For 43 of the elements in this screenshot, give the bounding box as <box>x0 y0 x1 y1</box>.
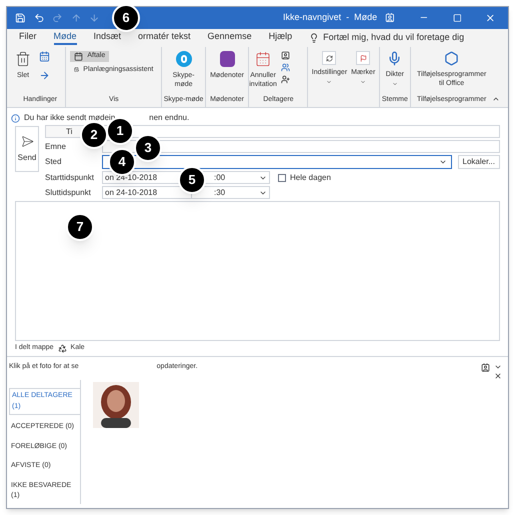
ribbon-tab[interactable]: Indsæt <box>94 30 122 46</box>
field-label: Starttidspunkt <box>45 172 95 184</box>
address-book-icon[interactable] <box>280 51 290 60</box>
caret-icon <box>326 78 332 85</box>
ribbon-tab[interactable]: Gennemse <box>208 30 252 46</box>
rooms-button[interactable]: Lokaler... <box>458 155 500 170</box>
trash-icon <box>15 51 31 68</box>
shared-folder-icon <box>58 344 67 354</box>
ribbon-tab[interactable]: ormatér tekst <box>138 30 191 46</box>
save-icon[interactable] <box>15 12 26 24</box>
info-message: nen endnu. <box>149 112 190 124</box>
calendar-icon <box>255 51 272 68</box>
calendar-icon[interactable] <box>39 51 50 62</box>
field-label: Sted <box>45 156 62 168</box>
send-button[interactable]: Send <box>15 126 39 172</box>
ribbon-tab[interactable]: Møde <box>54 30 77 46</box>
collapse-ribbon-icon[interactable] <box>492 95 500 104</box>
caret-icon <box>360 78 366 85</box>
caret-icon <box>392 80 398 87</box>
microphone-icon <box>387 51 402 66</box>
undo-icon[interactable] <box>34 12 44 24</box>
maximize-icon[interactable] <box>452 12 462 23</box>
contact-card-icon[interactable] <box>481 362 490 372</box>
hexagon-icon <box>444 51 460 66</box>
response-icon[interactable] <box>280 75 290 84</box>
calendar-clock-icon <box>74 65 80 74</box>
flag-icon <box>356 51 370 66</box>
window-title: Ikke-navngivet - Møde <box>283 11 378 24</box>
ribbon-tab[interactable]: Filer <box>19 30 36 46</box>
info-icon <box>11 114 20 123</box>
calendar-icon <box>74 52 84 61</box>
checkbox[interactable] <box>278 174 286 182</box>
field-label: Sluttidspunkt <box>45 186 92 199</box>
attendees-icon[interactable] <box>280 63 290 72</box>
tell-me-field[interactable]: Fortæl mig, hvad du vil foretage dig <box>323 31 464 45</box>
close-icon[interactable] <box>494 372 502 380</box>
checkbox-label: Hele dagen <box>290 172 331 184</box>
field-label: Emne <box>45 140 67 153</box>
ribbon-tab[interactable]: Hjælp <box>268 30 292 46</box>
lightbulb-icon <box>309 32 320 43</box>
send-icon <box>20 134 34 148</box>
refresh-icon <box>322 51 336 66</box>
forward-icon[interactable] <box>39 70 50 82</box>
